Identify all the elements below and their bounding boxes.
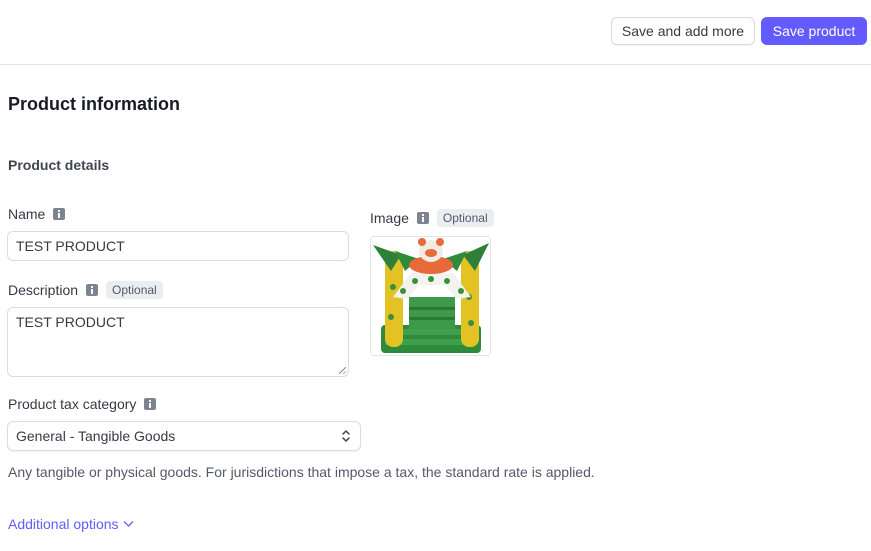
description-textarea[interactable]: TEST PRODUCT [7, 307, 349, 377]
tax-category-select[interactable]: General - Tangible Goods [7, 421, 361, 451]
optional-badge: Optional [436, 209, 494, 227]
info-icon[interactable] [86, 284, 99, 296]
section-title: Product details [8, 157, 110, 173]
name-input[interactable]: TEST PRODUCT [7, 231, 349, 261]
save-product-button[interactable]: Save product [761, 17, 867, 45]
tax-category-label: Product tax category [8, 396, 137, 412]
page-title: Product information [8, 94, 180, 114]
info-icon[interactable] [53, 208, 66, 220]
chevron-down-icon [123, 521, 133, 527]
name-label: Name [8, 206, 46, 222]
save-and-add-more-button[interactable]: Save and add more [611, 17, 755, 45]
image-label-row: Image Optional [370, 209, 494, 227]
optional-badge: Optional [106, 281, 163, 299]
name-label-row: Name [8, 206, 66, 222]
info-icon[interactable] [416, 212, 429, 224]
image-label: Image [370, 210, 409, 226]
additional-options-link[interactable]: Additional options [8, 516, 134, 532]
chevron-up-down-icon [342, 430, 350, 442]
bounce-house-image [371, 237, 490, 355]
product-image[interactable] [370, 236, 491, 356]
resize-handle[interactable] [339, 367, 346, 374]
additional-options-label: Additional options [8, 516, 119, 532]
description-value: TEST PRODUCT [16, 314, 125, 330]
info-icon[interactable] [144, 398, 157, 410]
tax-category-help-text: Any tangible or physical goods. For juri… [8, 464, 595, 480]
description-label-row: Description Optional [8, 281, 163, 299]
description-label: Description [8, 282, 79, 298]
top-action-bar: Save and add more Save product [0, 0, 871, 65]
tax-category-selected-value: General - Tangible Goods [16, 428, 176, 444]
tax-category-label-row: Product tax category [8, 396, 157, 412]
